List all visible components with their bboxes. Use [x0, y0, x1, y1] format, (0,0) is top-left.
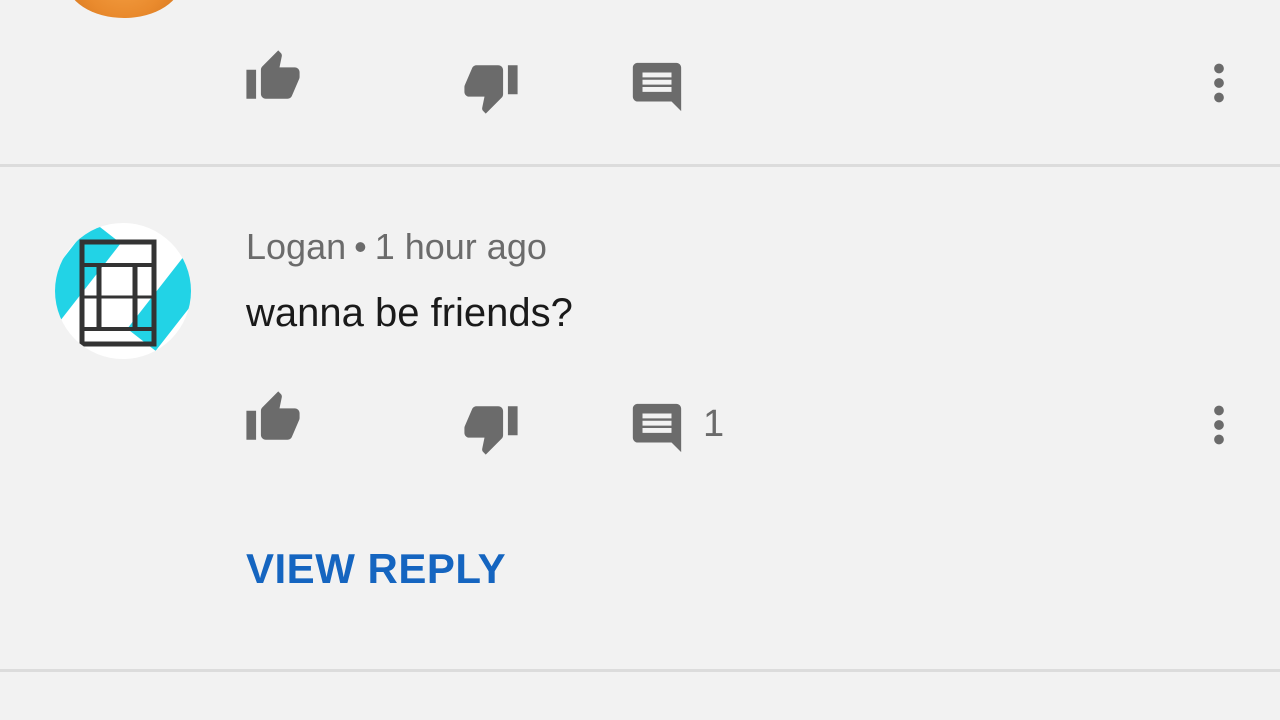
- previous-comment-avatar[interactable]: [66, 0, 182, 18]
- avatar[interactable]: [55, 223, 191, 359]
- comment-icon[interactable]: [628, 58, 686, 116]
- comment-divider: [0, 164, 1280, 167]
- comment-time: 1 hour ago: [374, 226, 547, 267]
- reply-count: 1: [703, 403, 725, 445]
- comment-text: wanna be friends?: [246, 291, 573, 335]
- thumb-up-icon[interactable]: [244, 48, 302, 106]
- view-reply-button[interactable]: VIEW REPLY: [246, 545, 506, 593]
- comment-author[interactable]: Logan: [246, 226, 346, 267]
- comment-divider: [0, 669, 1280, 672]
- thumb-down-icon[interactable]: [462, 58, 520, 116]
- meta-separator: •: [354, 226, 367, 267]
- comments-screen: Logan • 1 hour ago wanna be friends? 1 VIE…: [0, 0, 1280, 720]
- more-vert-icon[interactable]: [1190, 396, 1248, 454]
- comment-icon[interactable]: [628, 399, 686, 457]
- avatar-glyph: [79, 239, 157, 347]
- thumb-up-icon[interactable]: [244, 389, 302, 447]
- comment-meta: Logan • 1 hour ago: [246, 225, 547, 269]
- thumb-down-icon[interactable]: [462, 399, 520, 457]
- more-vert-icon[interactable]: [1190, 54, 1248, 112]
